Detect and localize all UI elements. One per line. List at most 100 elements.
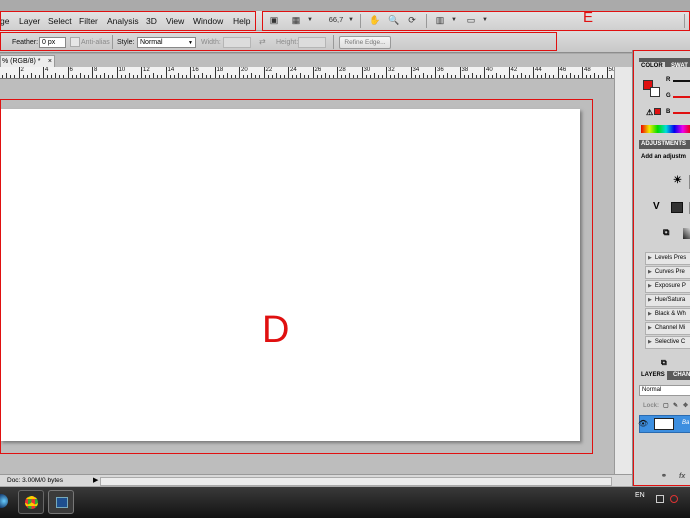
tray-icon[interactable] bbox=[670, 495, 678, 503]
photo-filter-icon[interactable]: ⧉ bbox=[661, 228, 671, 237]
lock-position-icon[interactable]: ✥ bbox=[681, 402, 690, 411]
swap-icon[interactable]: ⇄ bbox=[259, 37, 266, 46]
chevron-down-icon[interactable]: ▼ bbox=[346, 15, 356, 25]
ruler-tick-minor bbox=[586, 75, 588, 78]
ruler-number: 44 bbox=[535, 67, 542, 73]
taskbar-photoshop-button[interactable] bbox=[48, 490, 74, 514]
ruler-tick-minor bbox=[47, 75, 49, 78]
tray-icon[interactable] bbox=[656, 495, 664, 503]
ruler-tick-minor bbox=[430, 75, 432, 78]
ruler-number: 8 bbox=[94, 67, 98, 73]
chevron-down-icon[interactable]: ▼ bbox=[449, 15, 459, 25]
ruler-tick-minor bbox=[475, 75, 477, 78]
clip-to-layer-icon[interactable]: ⧉ bbox=[659, 358, 669, 367]
bridge-icon[interactable]: ▣ bbox=[269, 15, 279, 25]
preset-channel-mixer[interactable]: ▶ Channel Mi bbox=[645, 322, 690, 335]
arrange-documents-icon[interactable]: ▥ bbox=[435, 15, 445, 25]
ruler-tick-minor bbox=[230, 75, 232, 78]
layer-row-background[interactable]: 👁 Ba bbox=[638, 415, 690, 433]
zoom-level[interactable]: 66,7 bbox=[326, 15, 346, 25]
ruler-number: 24 bbox=[290, 67, 297, 73]
windows-taskbar: EN bbox=[0, 487, 690, 518]
start-button-icon[interactable] bbox=[0, 494, 8, 508]
color-spectrum-bar[interactable] bbox=[641, 125, 690, 133]
tab-channels[interactable]: CHAN bbox=[671, 371, 690, 380]
ruler-tick-major bbox=[18, 67, 20, 78]
ruler-tick-minor bbox=[561, 75, 563, 78]
channel-r-slider[interactable] bbox=[673, 80, 690, 82]
channel-b-slider[interactable] bbox=[673, 112, 690, 114]
preset-hue-saturation[interactable]: ▶ Hue/Satura bbox=[645, 294, 690, 307]
ruler-tick-minor bbox=[320, 75, 322, 78]
document-size-status[interactable]: Doc: 3.00M/0 bytes bbox=[7, 475, 63, 486]
chevron-down-icon[interactable]: ▼ bbox=[480, 15, 490, 25]
ruler-tick-minor bbox=[341, 75, 343, 78]
gradient-map-icon[interactable] bbox=[683, 228, 690, 239]
ruler-tick-major bbox=[92, 67, 93, 78]
feather-input[interactable]: 0 px bbox=[39, 37, 66, 48]
document-workspace: % (RGB/8) * × 2 4 6 8 10 12 14 16 18 20 22 24 26 28 30… bbox=[0, 54, 633, 474]
ruler-tick-minor bbox=[553, 75, 555, 78]
antialias-checkbox[interactable] bbox=[70, 37, 80, 47]
preset-selective-color[interactable]: ▶ Selective C bbox=[645, 336, 690, 349]
height-input[interactable] bbox=[298, 37, 326, 48]
view-extras-icon[interactable]: ▦ bbox=[291, 15, 301, 25]
gamut-color-swatch[interactable] bbox=[654, 108, 661, 115]
ruler-tick-minor bbox=[377, 75, 379, 78]
ruler-tick-minor bbox=[259, 75, 261, 78]
ruler-number: 6 bbox=[69, 67, 73, 73]
menu-bar: ge Layer Select Filter Analysis 3D View … bbox=[0, 9, 690, 31]
vertical-scrollbar[interactable] bbox=[614, 67, 633, 474]
ruler-tick-minor bbox=[332, 75, 334, 78]
tab-color[interactable]: COLOR bbox=[639, 62, 665, 72]
ruler-tick-major bbox=[312, 67, 314, 78]
ruler-tick-minor bbox=[153, 73, 155, 78]
channel-b-label: B bbox=[666, 109, 671, 115]
blend-mode-select[interactable]: Normal bbox=[639, 385, 690, 396]
background-color-swatch[interactable] bbox=[650, 87, 660, 97]
chevron-down-icon[interactable]: ▼ bbox=[305, 15, 315, 25]
ruler-tick-minor bbox=[422, 73, 424, 78]
vibrance-icon[interactable]: V bbox=[651, 202, 662, 212]
preset-exposure[interactable]: ▶ Exposure P bbox=[645, 280, 690, 293]
link-layers-icon[interactable]: ⚭ bbox=[659, 472, 669, 481]
status-menu-icon[interactable]: ▶ bbox=[93, 475, 98, 486]
zoom-icon[interactable]: 🔍 bbox=[388, 15, 399, 25]
channel-g-slider[interactable] bbox=[673, 96, 690, 98]
ruler-tick-major bbox=[165, 67, 167, 78]
ruler-tick-major bbox=[337, 67, 338, 78]
ruler-tick-minor bbox=[132, 75, 134, 78]
style-select[interactable]: Normal ▼ bbox=[137, 37, 196, 48]
ruler-tick-minor bbox=[598, 75, 600, 78]
hand-icon[interactable]: ✋ bbox=[369, 15, 380, 25]
ruler-tick-major bbox=[361, 67, 363, 78]
eye-icon[interactable]: 👁 bbox=[638, 419, 648, 428]
preset-curves[interactable]: ▶ Curves Pre bbox=[645, 266, 690, 279]
taskbar-chrome-button[interactable] bbox=[18, 490, 44, 514]
lock-transparent-icon[interactable]: ▢ bbox=[661, 402, 671, 411]
horizontal-scrollbar[interactable] bbox=[100, 477, 612, 486]
ruler-tick-minor bbox=[149, 75, 151, 78]
toolbar-separator bbox=[684, 14, 685, 28]
width-input[interactable] bbox=[223, 37, 251, 48]
expand-icon: ▶ bbox=[648, 339, 652, 345]
language-indicator[interactable]: EN bbox=[635, 492, 645, 499]
preset-black-white[interactable]: ▶ Black & Wh bbox=[645, 308, 690, 321]
tab-adjustments[interactable]: ADJUSTMENTS bbox=[639, 140, 688, 149]
brightness-icon[interactable]: ☀ bbox=[671, 176, 684, 186]
options-separator bbox=[112, 35, 113, 49]
ruler-tick-minor bbox=[10, 75, 12, 78]
lock-image-icon[interactable]: ✎ bbox=[671, 402, 680, 411]
refine-edge-button[interactable]: Refine Edge... bbox=[339, 36, 391, 49]
ruler-tick-minor bbox=[573, 75, 575, 78]
ruler-tick-minor bbox=[488, 75, 490, 78]
color-balance-icon[interactable] bbox=[671, 202, 683, 213]
feather-label: Feather: bbox=[12, 39, 39, 46]
layer-style-icon[interactable]: fx bbox=[677, 472, 687, 481]
preset-levels[interactable]: ▶ Levels Pres bbox=[645, 252, 690, 265]
ruler-tick-minor bbox=[14, 75, 16, 78]
rotate-view-icon[interactable]: ⟳ bbox=[407, 15, 417, 25]
tab-swatches[interactable]: SWAT bbox=[669, 62, 690, 71]
screen-mode-icon[interactable]: ▭ bbox=[466, 15, 476, 25]
tab-layers[interactable]: LAYERS bbox=[639, 371, 667, 381]
